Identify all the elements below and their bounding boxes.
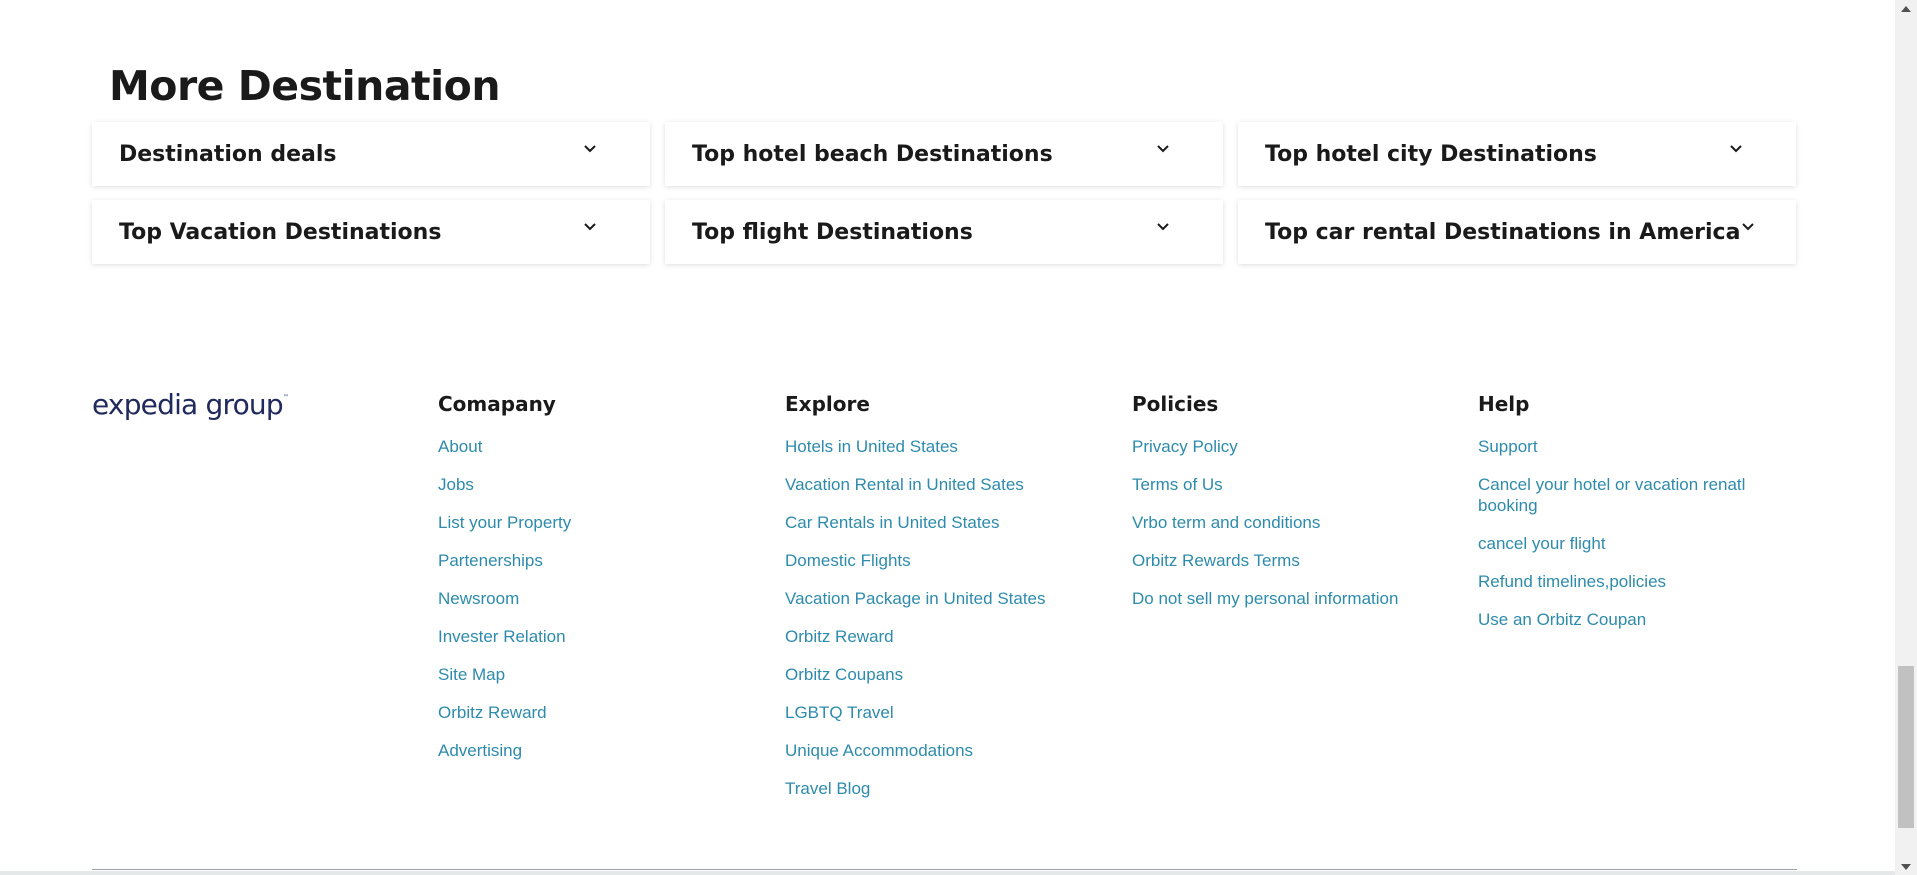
section-title: More Destination [109, 62, 501, 110]
page: More Destination Destination deals Top h… [0, 0, 1895, 875]
footer-link-newsroom[interactable]: Newsroom [438, 589, 519, 608]
accordion-label: Top flight Destinations [692, 219, 973, 245]
accordion-top-flight[interactable]: Top flight Destinations [665, 200, 1223, 264]
footer-divider [92, 869, 1797, 870]
footer-column-policies: Policies Privacy Policy Terms of Us Vrbo… [1132, 392, 1398, 626]
bottom-strip [0, 871, 1895, 875]
footer-link-vacation-package-us[interactable]: Vacation Package in United States [785, 589, 1046, 608]
footer-heading-help: Help [1478, 392, 1530, 416]
vertical-scrollbar[interactable] [1895, 0, 1917, 875]
footer-link-advertising[interactable]: Advertising [438, 741, 522, 760]
footer-link-refund-timelines[interactable]: Refund timelines,policies [1478, 571, 1768, 592]
chevron-down-icon [1740, 218, 1756, 234]
footer-heading-company: Comapany [438, 392, 556, 416]
footer-link-support[interactable]: Support [1478, 436, 1768, 457]
footer-link-unique-accommodations[interactable]: Unique Accommodations [785, 741, 973, 760]
accordion-top-car-rental[interactable]: Top car rental Destinations in America [1238, 200, 1796, 264]
chevron-down-icon [1728, 140, 1744, 156]
accordion-top-hotel-beach[interactable]: Top hotel beach Destinations [665, 122, 1223, 186]
footer-link-orbitz-reward-explore[interactable]: Orbitz Reward [785, 627, 894, 646]
footer-links-policies: Privacy Policy Terms of Us Vrbo term and… [1132, 436, 1398, 610]
footer-link-terms-of-use[interactable]: Terms of Us [1132, 475, 1223, 494]
accordion-label: Top hotel city Destinations [1265, 141, 1597, 167]
footer-links-explore: Hotels in United States Vacation Rental … [785, 436, 1046, 800]
footer-link-privacy-policy[interactable]: Privacy Policy [1132, 437, 1238, 456]
expedia-group-logo[interactable]: expedia group™ [92, 388, 289, 421]
accordion-label: Top Vacation Destinations [119, 219, 442, 245]
footer-link-car-rentals-us[interactable]: Car Rentals in United States [785, 513, 1000, 532]
footer-link-partnerships[interactable]: Partenerships [438, 551, 543, 570]
footer-column-help: Help Support Cancel your hotel or vacati… [1478, 392, 1768, 647]
footer-heading-policies: Policies [1132, 392, 1219, 416]
accordion-label: Top car rental Destinations in America [1265, 219, 1741, 245]
scroll-down-arrow-icon[interactable] [1895, 858, 1917, 875]
footer-link-cancel-hotel[interactable]: Cancel your hotel or vacation renatl boo… [1478, 474, 1768, 516]
accordion-top-vacation[interactable]: Top Vacation Destinations [92, 200, 650, 264]
accordion-top-hotel-city[interactable]: Top hotel city Destinations [1238, 122, 1796, 186]
footer-link-vrbo-terms[interactable]: Vrbo term and conditions [1132, 513, 1320, 532]
footer-link-orbitz-reward[interactable]: Orbitz Reward [438, 703, 547, 722]
scrollbar-thumb[interactable] [1898, 666, 1914, 828]
footer-link-lgbtq-travel[interactable]: LGBTQ Travel [785, 703, 894, 722]
accordion-destination-deals[interactable]: Destination deals [92, 122, 650, 186]
footer-links-company: About Jobs List your Property Partenersh… [438, 436, 571, 762]
footer-link-domestic-flights[interactable]: Domestic Flights [785, 551, 911, 570]
footer-links-help: Support Cancel your hotel or vacation re… [1478, 436, 1768, 631]
footer-column-explore: Explore Hotels in United States Vacation… [785, 392, 1046, 816]
footer-column-company: Comapany About Jobs List your Property P… [438, 392, 571, 778]
footer-link-jobs[interactable]: Jobs [438, 475, 474, 494]
footer-link-orbitz-coupons[interactable]: Orbitz Coupans [785, 665, 903, 684]
accordion-label: Top hotel beach Destinations [692, 141, 1053, 167]
footer-link-about[interactable]: About [438, 437, 482, 456]
accordion-label: Destination deals [119, 141, 337, 167]
footer-link-travel-blog[interactable]: Travel Blog [785, 779, 870, 798]
chevron-down-icon [1155, 218, 1171, 234]
footer-link-site-map[interactable]: Site Map [438, 665, 505, 684]
footer-link-vacation-rental-us[interactable]: Vacation Rental in United Sates [785, 475, 1024, 494]
footer-link-list-property[interactable]: List your Property [438, 513, 571, 532]
trademark-mark: ™ [282, 394, 289, 401]
destinations-accordion: Destination deals Top hotel beach Destin… [92, 122, 1797, 264]
footer-link-do-not-sell[interactable]: Do not sell my personal information [1132, 589, 1398, 608]
footer-heading-explore: Explore [785, 392, 870, 416]
chevron-down-icon [1155, 140, 1171, 156]
footer-link-hotels-us[interactable]: Hotels in United States [785, 437, 958, 456]
footer-link-investor-relation[interactable]: Invester Relation [438, 627, 566, 646]
chevron-down-icon [582, 218, 598, 234]
footer-link-orbitz-coupon[interactable]: Use an Orbitz Coupan [1478, 609, 1768, 630]
scroll-up-arrow-icon[interactable] [1895, 0, 1917, 17]
chevron-down-icon [582, 140, 598, 156]
logo-text: expedia group [92, 388, 284, 421]
footer-link-orbitz-rewards-terms[interactable]: Orbitz Rewards Terms [1132, 551, 1300, 570]
footer-link-cancel-flight[interactable]: cancel your flight [1478, 533, 1768, 554]
